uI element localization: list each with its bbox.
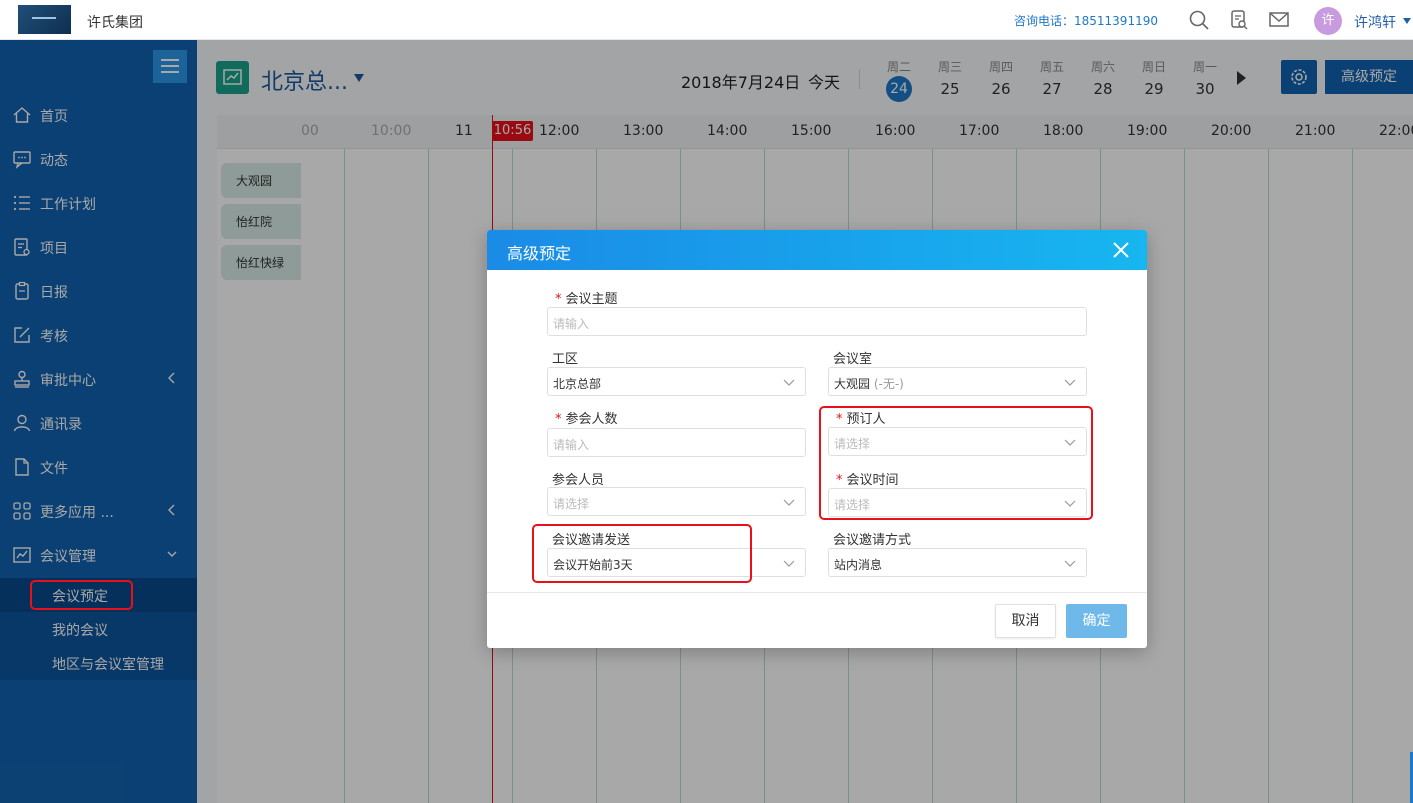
- attendee-count-input[interactable]: 请输入: [547, 428, 806, 457]
- top-bar: 许氏集团 咨询电话：18511391190 许 许鸿轩: [0, 0, 1413, 40]
- area-select[interactable]: 北京总部: [547, 367, 806, 396]
- mail-icon[interactable]: [1268, 9, 1290, 31]
- invite-method-label: 会议邀请方式: [833, 533, 912, 548]
- subject-label: * 会议主题: [555, 292, 618, 307]
- close-icon[interactable]: [1111, 240, 1131, 260]
- company-name: 许氏集团: [87, 15, 143, 31]
- search-icon[interactable]: [1188, 9, 1210, 31]
- room-select[interactable]: 大观园 (-无-): [828, 367, 1087, 396]
- chevron-down-icon: [1064, 560, 1076, 567]
- user-avatar[interactable]: 许: [1314, 7, 1342, 35]
- chevron-down-icon: [1064, 379, 1076, 386]
- area-label: 工区: [552, 352, 579, 367]
- subject-input[interactable]: 请输入: [547, 307, 1087, 336]
- attendees-select[interactable]: 请选择: [547, 487, 806, 516]
- dialog-title: 高级预定: [507, 244, 572, 263]
- invite-method-select[interactable]: 站内消息: [828, 548, 1087, 577]
- dialog-footer-divider: [487, 592, 1147, 593]
- chevron-down-icon: [783, 560, 795, 567]
- count-label: * 参会人数: [555, 412, 618, 427]
- cancel-button[interactable]: 取消: [995, 604, 1056, 638]
- room-label: 会议室: [833, 352, 873, 367]
- chevron-down-icon: [783, 499, 795, 506]
- clipboard-search-icon[interactable]: [1228, 9, 1250, 31]
- highlight-box: [30, 580, 133, 610]
- highlight-box: [819, 406, 1093, 520]
- hotline-text: 咨询电话：18511391190: [1014, 14, 1158, 28]
- chevron-down-icon: [783, 379, 795, 386]
- confirm-button[interactable]: 确定: [1066, 604, 1127, 638]
- highlight-box: [532, 524, 752, 583]
- attendees-label: 参会人员: [552, 473, 605, 488]
- dialog-header: 高级预定: [487, 230, 1147, 270]
- company-logo[interactable]: [18, 5, 71, 34]
- user-menu-caret-icon[interactable]: [1403, 18, 1411, 24]
- user-name[interactable]: 许鸿轩: [1354, 12, 1396, 32]
